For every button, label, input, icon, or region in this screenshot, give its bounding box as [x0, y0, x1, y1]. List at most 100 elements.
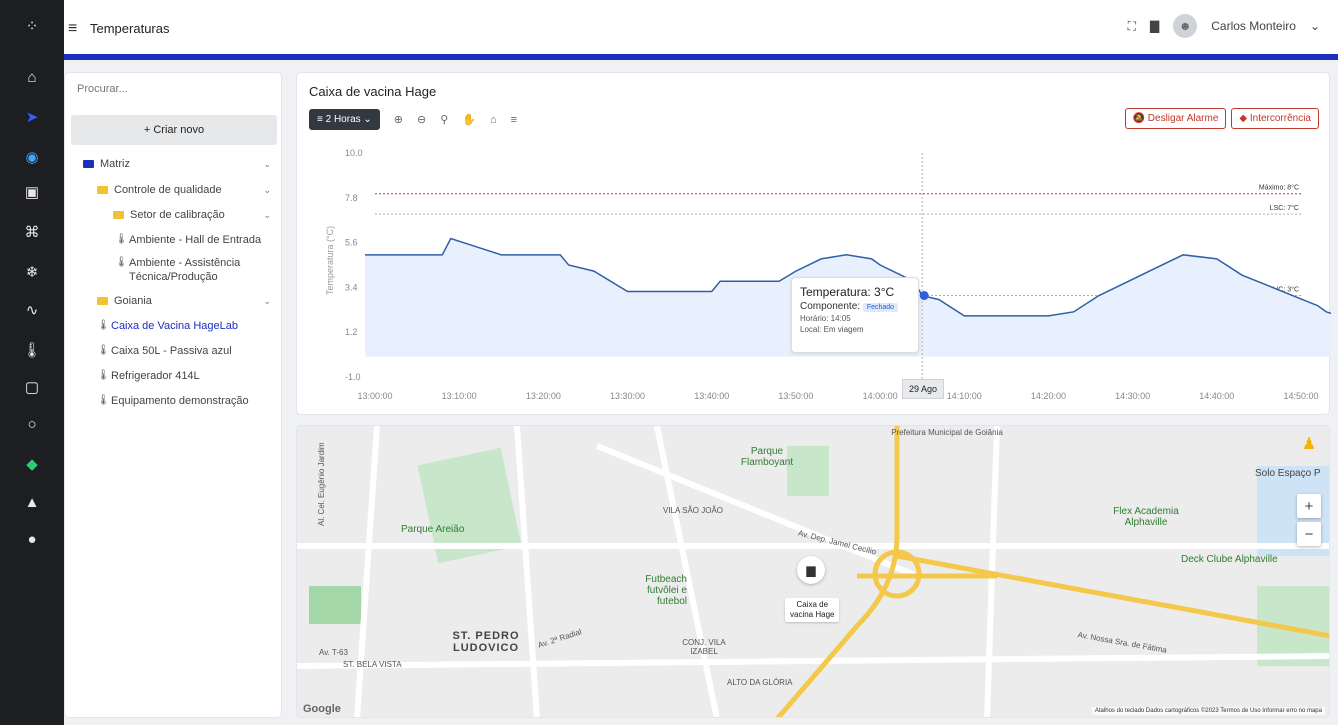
google-logo: Google [303, 703, 341, 715]
tooltip-title: Temperatura: 3°C [800, 285, 895, 299]
folder-icon [97, 186, 108, 194]
y-tick-label: 10.0 [345, 148, 363, 158]
user-menu-chevron-icon[interactable]: ⌄ [1310, 19, 1320, 33]
thermometer-icon[interactable]: 🌡 [20, 338, 44, 362]
tree-item-setor[interactable]: Setor de calibração ⌄ [113, 208, 271, 222]
map-label: Futbeach futvôlei e futebol [645, 574, 687, 607]
tree-item-hall[interactable]: 🌡 Ambiente - Hall de Entrada [115, 233, 261, 247]
tree-item-equipamento[interactable]: 🌡 Equipamento demonstração [97, 394, 249, 408]
thermometer-icon: 🌡 [115, 257, 128, 268]
reference-line-label: Máximo: 8°C [1259, 184, 1299, 192]
time-range-button[interactable]: ≡ 2 Horas ⌄ [309, 109, 380, 130]
zoom-out-button[interactable]: − [1297, 522, 1321, 546]
chevron-down-icon[interactable]: ⌄ [263, 157, 271, 171]
map[interactable]: Parque Areião Parque Flamboyant Futbeach… [296, 425, 1330, 718]
x-tick-label: 14:00:00 [863, 391, 898, 401]
map-footer[interactable]: Atalhos do teclado Dados cartográficos ©… [1091, 707, 1325, 715]
folder-icon [83, 160, 94, 168]
chart-tooltip: Temperatura: 3°C Componente: Fechado Hor… [791, 277, 919, 353]
y-tick-label: 7.8 [345, 193, 358, 203]
tree-item-caixa-vacina[interactable]: 🌡 Caixa de Vacina HageLab [97, 319, 238, 333]
map-label: Deck Clube Alphaville [1181, 554, 1278, 565]
thermometer-icon: 🌡 [115, 234, 128, 245]
map-label: ALTO DA GLÓRIA [727, 678, 793, 687]
map-label: Prefeitura Municipal de Goiânia [891, 428, 1003, 437]
x-tick-label: 14:40:00 [1199, 391, 1234, 401]
sensor-tree-panel: + Criar novo Matriz ⌄ Controle de qualid… [64, 72, 282, 718]
activity-icon[interactable]: ∿ [20, 298, 44, 322]
x-tick-label: 14:20:00 [1031, 391, 1066, 401]
map-label: ST. PEDRO LUDOVICO [452, 630, 520, 654]
book-icon[interactable]: ▇ [1150, 19, 1159, 33]
clipboard-icon[interactable]: ▣ [20, 180, 44, 204]
command-icon[interactable]: ⌘ [20, 220, 44, 244]
user-name[interactable]: Carlos Monteiro [1211, 19, 1296, 33]
reset-zoom-icon[interactable]: ⌂ [490, 114, 497, 126]
menu-icon[interactable]: ≡ [68, 20, 77, 38]
map-label: Solo Espaço P [1255, 468, 1321, 479]
user-circle-icon[interactable]: ● [20, 527, 44, 551]
thermometer-icon: 🌡 [97, 345, 110, 356]
disable-alarm-button[interactable]: 🔕 Desligar Alarme [1124, 108, 1227, 129]
chevron-down-icon[interactable]: ⌄ [263, 208, 271, 222]
map-label: Av. T-63 [319, 648, 348, 657]
zoom-in-button[interactable]: + [1297, 494, 1321, 518]
tree-item-caixa-50l[interactable]: 🌡 Caixa 50L - Passiva azul [97, 344, 232, 358]
zoom-in-icon[interactable]: ⊕ [394, 113, 403, 126]
app-logo-icon[interactable]: ⁘ [20, 14, 44, 38]
card-title: Caixa de vacina Hage [309, 84, 437, 99]
x-tick-label: 14:50:00 [1283, 391, 1318, 401]
tree-item-controle[interactable]: Controle de qualidade ⌄ [97, 183, 271, 197]
tree-item-goiania[interactable]: Goiania ⌄ [97, 294, 271, 308]
x-tick-label: 13:30:00 [610, 391, 645, 401]
diamond-icon[interactable]: ◆ [20, 452, 44, 476]
pegman-icon[interactable]: ♟ [1297, 432, 1321, 456]
x-tick-label: 13:00:00 [357, 391, 392, 401]
x-tick-label: 14:30:00 [1115, 391, 1150, 401]
y-tick-label: 3.4 [345, 282, 358, 292]
x-tick-label: 13:40:00 [694, 391, 729, 401]
header-accent-bar [64, 54, 1338, 60]
incident-button[interactable]: ◆ Intercorrência [1231, 108, 1319, 129]
page-title: Temperaturas [90, 21, 170, 36]
zoom-out-icon[interactable]: ⊖ [417, 113, 426, 126]
navigation-icon[interactable]: ➤ [20, 105, 44, 129]
map-label: CONJ. VILA IZABEL [682, 638, 726, 656]
map-label: VILA SÃO JOÃO [663, 506, 724, 515]
x-tick-label: 14:10:00 [947, 391, 982, 401]
target-icon[interactable]: ◉ [20, 145, 44, 169]
status-badge: Fechado [862, 303, 899, 312]
chart-card: Caixa de vacina Hage ≡ 2 Horas ⌄ ⊕ ⊖ ⚲ ✋… [296, 72, 1331, 415]
thermometer-icon: 🌡 [97, 395, 110, 406]
pan-icon[interactable]: ✋ [462, 113, 476, 126]
y-tick-label: 1.2 [345, 327, 358, 337]
crosshair-date-label: 29 Ago [902, 379, 945, 399]
icon-rail: ⁘ ⌂ ➤ ◉ ▣ ⌘ ❄ ∿ 🌡 ▢ ○ ◆ ▲ ● [0, 0, 64, 725]
top-bar: ≡ Temperaturas ⛶ ▇ ☻ Carlos Monteiro ⌄ [64, 0, 1338, 56]
vaccine-box-marker-icon[interactable]: ▆ [797, 556, 825, 584]
create-new-button[interactable]: + Criar novo [71, 115, 277, 145]
map-label: Al. Cel. Eugênio Jardim [317, 442, 326, 526]
tooltip-location: Local: Em viagem [800, 325, 864, 334]
marker-label: Caixa de vacina Hage [785, 598, 840, 622]
warning-icon[interactable]: ▲ [20, 490, 44, 514]
selection-zoom-icon[interactable]: ⚲ [440, 113, 448, 126]
tree-item-assistencia[interactable]: 🌡 Ambiente - Assistência Técnica/Produçã… [115, 256, 275, 284]
y-tick-label: 5.6 [345, 238, 358, 248]
chevron-down-icon[interactable]: ⌄ [263, 183, 271, 197]
chip-icon[interactable]: ▢ [20, 375, 44, 399]
folder-icon [97, 297, 108, 305]
highlighted-point [919, 291, 929, 301]
chart-menu-icon[interactable]: ≡ [511, 114, 517, 126]
x-tick-label: 13:10:00 [442, 391, 477, 401]
chevron-down-icon[interactable]: ⌄ [263, 294, 271, 308]
tree-item-matriz[interactable]: Matriz ⌄ [83, 157, 271, 171]
avatar[interactable]: ☻ [1173, 14, 1198, 38]
map-label: ST. BELA VISTA [343, 660, 402, 669]
snowflake-icon[interactable]: ❄ [20, 260, 44, 284]
fullscreen-icon[interactable]: ⛶ [1128, 19, 1136, 34]
circle-icon[interactable]: ○ [20, 412, 44, 436]
search-input[interactable] [77, 83, 267, 95]
home-icon[interactable]: ⌂ [20, 65, 44, 89]
tree-item-refrigerador[interactable]: 🌡 Refrigerador 414L [97, 369, 200, 383]
